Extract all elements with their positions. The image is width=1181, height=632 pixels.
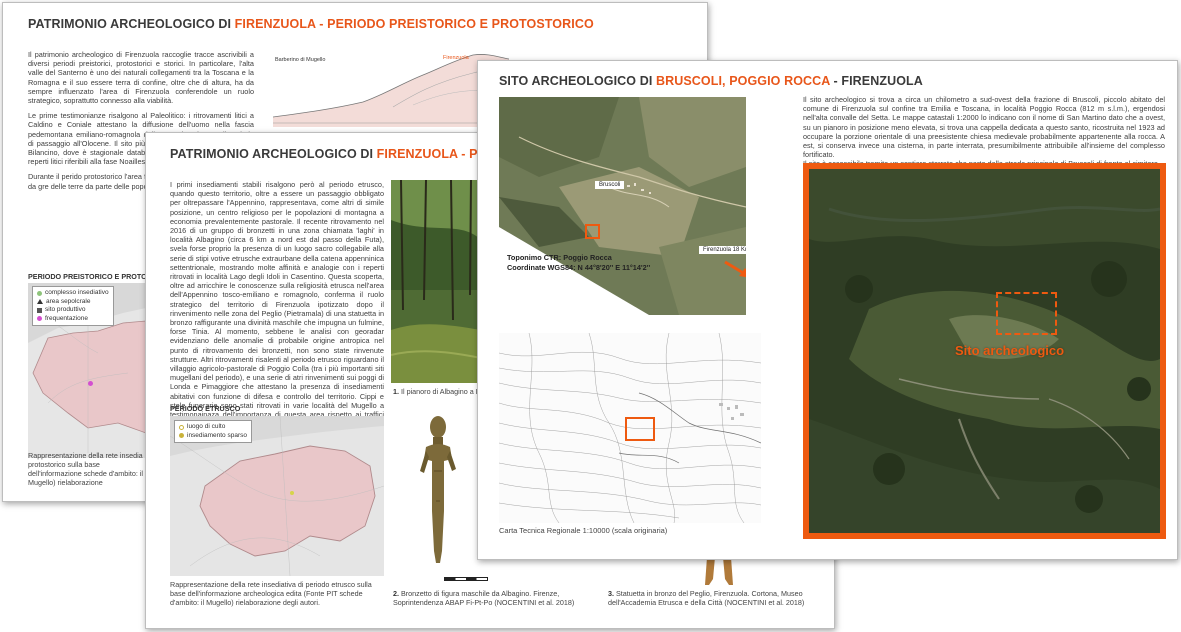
site-marker-icon bbox=[290, 491, 294, 495]
circle-icon bbox=[37, 290, 42, 296]
site-highlight bbox=[585, 224, 600, 239]
page-bruscoli: SITO ARCHEOLOGICO DI BRUSCOLI, POGGIO RO… bbox=[477, 60, 1178, 560]
statue-caption: 3. Statuetta in bronzo del Peglio, Firen… bbox=[608, 589, 805, 607]
legend-item: sito produttivo bbox=[37, 306, 109, 315]
elevation-profile: Barberino di Mugello Firenzuola bbox=[273, 47, 509, 127]
coordinates: Toponimo CTR: Poggio Rocca Coordinate WG… bbox=[507, 253, 650, 272]
map-heading: PERIODO ETRUSCO bbox=[170, 404, 241, 413]
profile-label: Firenzuola bbox=[443, 55, 469, 61]
legend-item: complesso insediativo bbox=[37, 289, 109, 298]
legend-item: area sepolcrale bbox=[37, 298, 109, 307]
site-marker-icon bbox=[88, 381, 93, 386]
statue-caption: 2. Bronzetto di figura maschile da Albag… bbox=[393, 589, 575, 607]
square-icon bbox=[37, 307, 42, 313]
scale-bar bbox=[444, 577, 488, 581]
photo-caption: 1. Il pianoro di Albagino a Fir bbox=[393, 387, 485, 396]
body-text: I primi insediamenti stabili risalgono p… bbox=[170, 180, 384, 428]
bronze-statuette bbox=[414, 411, 462, 571]
triangle-icon bbox=[37, 299, 43, 305]
toponimo: Toponimo CTR: Poggio Rocca bbox=[507, 253, 612, 262]
arrow-right-icon bbox=[724, 260, 746, 278]
albagino-photo bbox=[391, 180, 481, 383]
place-label: Firenzuola 18 Km bbox=[699, 246, 746, 254]
circle-icon bbox=[37, 316, 42, 322]
map-legend: complesso insediativo area sepolcrale si… bbox=[32, 286, 114, 326]
site-aerial: Sito archeologico bbox=[803, 163, 1166, 539]
paragraph: Il sito archeologico si trova a circa un… bbox=[803, 95, 1165, 160]
peglio-statuette bbox=[701, 557, 737, 587]
site-label: Sito archeologico bbox=[955, 343, 1065, 358]
page-title: PATRIMONIO ARCHEOLOGICO DI FIRENZUOLA - … bbox=[28, 17, 594, 31]
map-caption: Rappresentazione della rete insediativa … bbox=[170, 580, 372, 607]
legend-item: frequentazione bbox=[37, 315, 109, 324]
profile-label: Barberino di Mugello bbox=[275, 57, 326, 63]
legend-item: insediamento sparso bbox=[179, 432, 247, 441]
map-legend: luogo di culto insediamento sparso bbox=[174, 420, 252, 443]
page-title: SITO ARCHEOLOGICO DI BRUSCOLI, POGGIO RO… bbox=[499, 74, 923, 88]
map-caption: Rappresentazione della rete insedia prot… bbox=[28, 451, 144, 487]
site-highlight bbox=[625, 417, 655, 441]
ctr-map bbox=[499, 333, 761, 523]
legend-item: luogo di culto bbox=[179, 423, 247, 432]
site-area-highlight bbox=[996, 292, 1057, 335]
place-label: Bruscoli bbox=[595, 181, 625, 189]
circle-icon bbox=[179, 433, 184, 439]
circle-icon bbox=[179, 424, 184, 430]
aerial-overview: Bruscoli Firenzuola 18 Km Toponimo CTR: … bbox=[499, 97, 746, 315]
coordinate-value: Coordinate WGS84: N 44°8'20'' E 11°14'2'… bbox=[507, 262, 651, 272]
paragraph: Il patrimonio archeologico di Firenzuola… bbox=[28, 50, 254, 106]
ctr-caption: Carta Tecnica Regionale 1:10000 (scala o… bbox=[499, 526, 668, 535]
